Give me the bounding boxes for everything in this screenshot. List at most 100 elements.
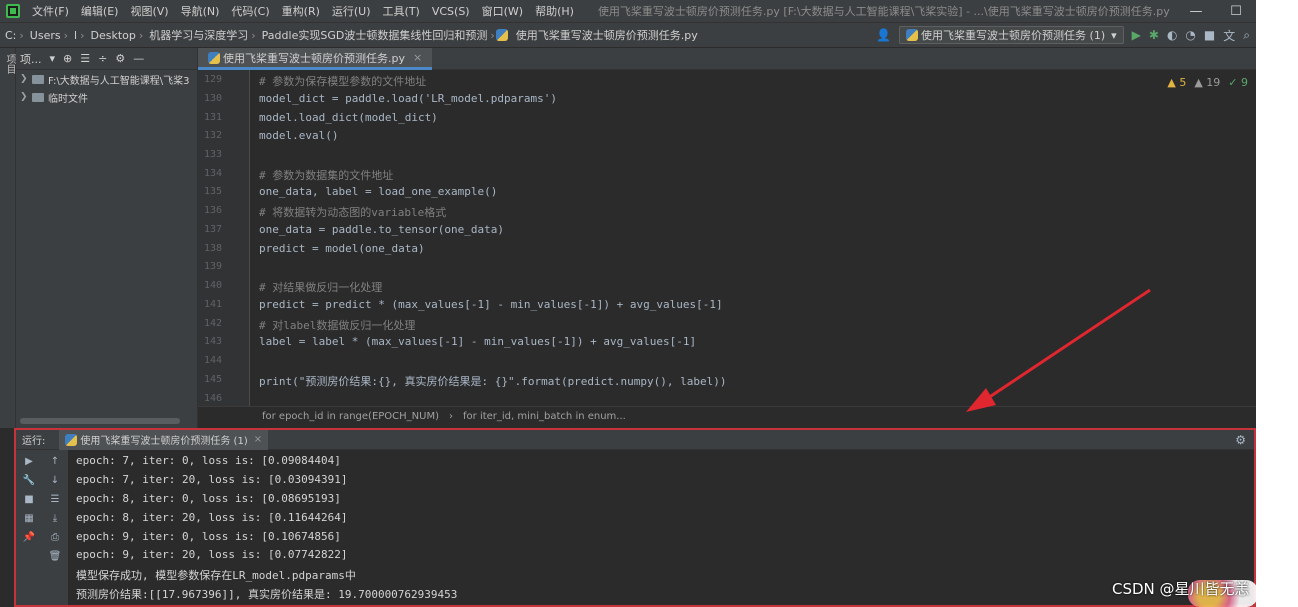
menu-vcs[interactable]: VCS(S) — [426, 5, 476, 18]
breadcrumb-drive[interactable]: C: — [0, 29, 18, 42]
maximize-button[interactable]: ☐ — [1216, 4, 1256, 19]
scroll-to-end-icon[interactable]: ⤓ — [53, 513, 57, 524]
menu-help[interactable]: 帮助(H) — [529, 3, 580, 19]
inspection-widget[interactable]: ▲ 5 ▲ 19 ✓ 9 — [1167, 76, 1248, 89]
code-line: predict = model(one_data) — [259, 242, 425, 255]
menu-view[interactable]: 视图(V) — [124, 3, 174, 19]
code-line: model_dict = paddle.load('LR_model.pdpar… — [259, 92, 558, 105]
line-number: 129 — [203, 74, 222, 85]
collapse-icon[interactable]: ☰ — [80, 52, 90, 65]
chevron-right-icon: ❯ — [20, 92, 28, 102]
horizontal-scrollbar[interactable] — [20, 418, 180, 424]
menu-navigate[interactable]: 导航(N) — [175, 3, 226, 19]
code-line: one_data, label = load_one_example() — [259, 185, 498, 198]
python-file-icon — [208, 51, 220, 64]
run-config-select[interactable]: 使用飞桨重写波士顿房价预测任务 (1) ▾ — [899, 26, 1124, 44]
chevron-down-icon[interactable]: ▾ — [50, 52, 56, 65]
run-tab[interactable]: 使用飞桨重写波士顿房价预测任务 (1) × — [59, 429, 269, 450]
expand-icon[interactable]: ÷ — [98, 52, 107, 65]
line-number: 136 — [203, 205, 222, 216]
code-editor[interactable]: ▲ 5 ▲ 19 ✓ 9 # 参数为保存模型参数的文件地址 model_dict… — [250, 70, 1256, 406]
console-output-line: epoch: 7, iter: 0, loss is: [0.09084404] — [76, 454, 341, 467]
debug-icon[interactable]: ✱ — [1149, 28, 1159, 42]
code-breadcrumb-item[interactable]: for epoch_id in range(EPOCH_NUM) — [262, 411, 439, 422]
close-icon[interactable]: × — [254, 434, 262, 445]
line-number: 137 — [203, 224, 222, 235]
locate-icon[interactable]: ⊕ — [63, 52, 72, 65]
code-breadcrumb-item[interactable]: for iter_id, mini_batch in enum... — [463, 411, 626, 422]
ide-window: 文件(F) 编辑(E) 视图(V) 导航(N) 代码(C) 重构(R) 运行(U… — [0, 0, 1256, 607]
line-number: 146 — [203, 393, 222, 404]
line-number: 140 — [203, 280, 222, 291]
breadcrumb-users[interactable]: Users — [25, 29, 63, 42]
chevron-down-icon: ▾ — [1111, 28, 1117, 42]
line-number: 132 — [203, 130, 222, 141]
code-line: one_data = paddle.to_tensor(one_data) — [259, 223, 505, 236]
breadcrumb-user[interactable]: l — [69, 29, 79, 42]
run-icon[interactable]: ▶ — [1132, 28, 1141, 42]
run-tool-window: 运行: 使用飞桨重写波士顿房价预测任务 (1) × ⚙ ▶ 🔧 ■ ▦ 📌 ↑ … — [14, 428, 1256, 607]
arrow-down-icon[interactable]: ↓ — [51, 475, 59, 486]
pin-icon[interactable]: 📌 — [23, 532, 35, 543]
wrench-icon[interactable]: 🔧 — [23, 475, 35, 486]
hide-icon[interactable]: — — [133, 52, 144, 65]
minimize-button[interactable]: — — [1176, 4, 1216, 19]
soft-wrap-icon[interactable]: ☰ — [51, 494, 60, 505]
code-line: model.load_dict(model_dict) — [259, 111, 438, 124]
coverage-icon[interactable]: ◐ — [1167, 28, 1177, 42]
code-line: print("预测房价结果:{}, 真实房价结果是: {}".format(pr… — [259, 375, 727, 388]
line-number: 138 — [203, 243, 222, 254]
tree-item-scratches[interactable]: ❯ 临时文件 — [16, 88, 197, 106]
profile-icon[interactable]: ◔ — [1185, 28, 1195, 42]
menu-refactor[interactable]: 重构(R) — [276, 3, 326, 19]
console-output-line: epoch: 9, iter: 20, loss is: [0.07742822… — [76, 548, 348, 561]
user-icon[interactable]: 👤 — [876, 28, 891, 42]
tree-item-project-root[interactable]: ❯ F:\大数据与人工智能课程\飞桨3 — [16, 70, 197, 88]
run-toolbar-secondary: ↑ ↓ ☰ ⤓ ⎙ 🗑 — [42, 450, 68, 605]
console-output-line: epoch: 8, iter: 20, loss is: [0.11644264… — [76, 511, 348, 524]
line-number: 135 — [203, 186, 222, 197]
menu-edit[interactable]: 编辑(E) — [75, 3, 125, 19]
menu-file[interactable]: 文件(F) — [26, 3, 75, 19]
menu-window[interactable]: 窗口(W) — [476, 3, 529, 19]
trash-icon[interactable]: 🗑 — [49, 551, 62, 562]
toolbar-right: 👤 使用飞桨重写波士顿房价预测任务 (1) ▾ ▶ ✱ ◐ ◔ ■ 文 ⌕ — [876, 26, 1256, 44]
tree-item-label: F:\大数据与人工智能课程\飞桨3 — [48, 75, 190, 87]
code-line: predict = predict * (max_values[-1] - mi… — [259, 298, 723, 311]
tab-label: 使用飞桨重写波士顿房价预测任务.py — [223, 51, 405, 65]
navigation-bar: C: › Users › l › Desktop › 机器学习与深度学习 › P… — [0, 22, 1256, 48]
gear-icon[interactable]: ⚙ — [115, 52, 125, 65]
line-number: 131 — [203, 112, 222, 123]
menu-run[interactable]: 运行(U) — [326, 3, 377, 19]
translate-icon[interactable]: 文 — [1223, 27, 1235, 44]
code-line: # 将数据转为动态图的variable格式 — [259, 206, 447, 219]
console-output-line: epoch: 8, iter: 0, loss is: [0.08695193] — [76, 492, 341, 505]
console-output-line: epoch: 9, iter: 0, loss is: [0.10674856] — [76, 530, 341, 543]
tab-main-file[interactable]: 使用飞桨重写波士顿房价预测任务.py × — [198, 48, 433, 70]
menu-tools[interactable]: 工具(T) — [377, 3, 426, 19]
line-number-gutter: 129 130 131 132 133 134 135 136 137 138 … — [198, 70, 250, 406]
project-view-select[interactable]: 项... — [20, 51, 42, 67]
code-line: model.eval() — [259, 129, 339, 142]
gear-icon[interactable]: ⚙ — [1235, 433, 1246, 447]
left-tool-strip: 项目 — [0, 48, 16, 428]
print-icon[interactable]: ⎙ — [51, 532, 59, 543]
arrow-up-icon[interactable]: ↑ — [51, 456, 59, 467]
code-line: label = label * (max_values[-1] - min_va… — [259, 335, 697, 348]
stop-icon[interactable]: ■ — [24, 494, 33, 505]
python-file-icon — [906, 29, 919, 41]
search-icon[interactable]: ⌕ — [1243, 28, 1250, 43]
code-line: # 对label数据做反归一化处理 — [259, 319, 416, 332]
layout-icon[interactable]: ▦ — [24, 513, 33, 524]
rerun-icon[interactable]: ▶ — [25, 456, 33, 467]
menu-code[interactable]: 代码(C) — [225, 3, 275, 19]
line-number: 139 — [203, 261, 222, 272]
close-icon[interactable]: × — [413, 51, 422, 64]
breadcrumb-folder[interactable]: 机器学习与深度学习 — [144, 27, 250, 43]
breadcrumb-desktop[interactable]: Desktop — [85, 29, 137, 42]
breadcrumb-file[interactable]: 使用飞桨重写波士顿房价预测任务.py — [511, 27, 700, 43]
run-header: 运行: 使用飞桨重写波士顿房价预测任务 (1) × ⚙ — [16, 429, 1254, 450]
breadcrumb-project[interactable]: Paddle实现SGD波士顿数据集线性回归和预测 — [257, 27, 490, 43]
stop-icon[interactable]: ■ — [1204, 28, 1215, 42]
project-tool-button[interactable]: 项目 — [2, 54, 17, 74]
